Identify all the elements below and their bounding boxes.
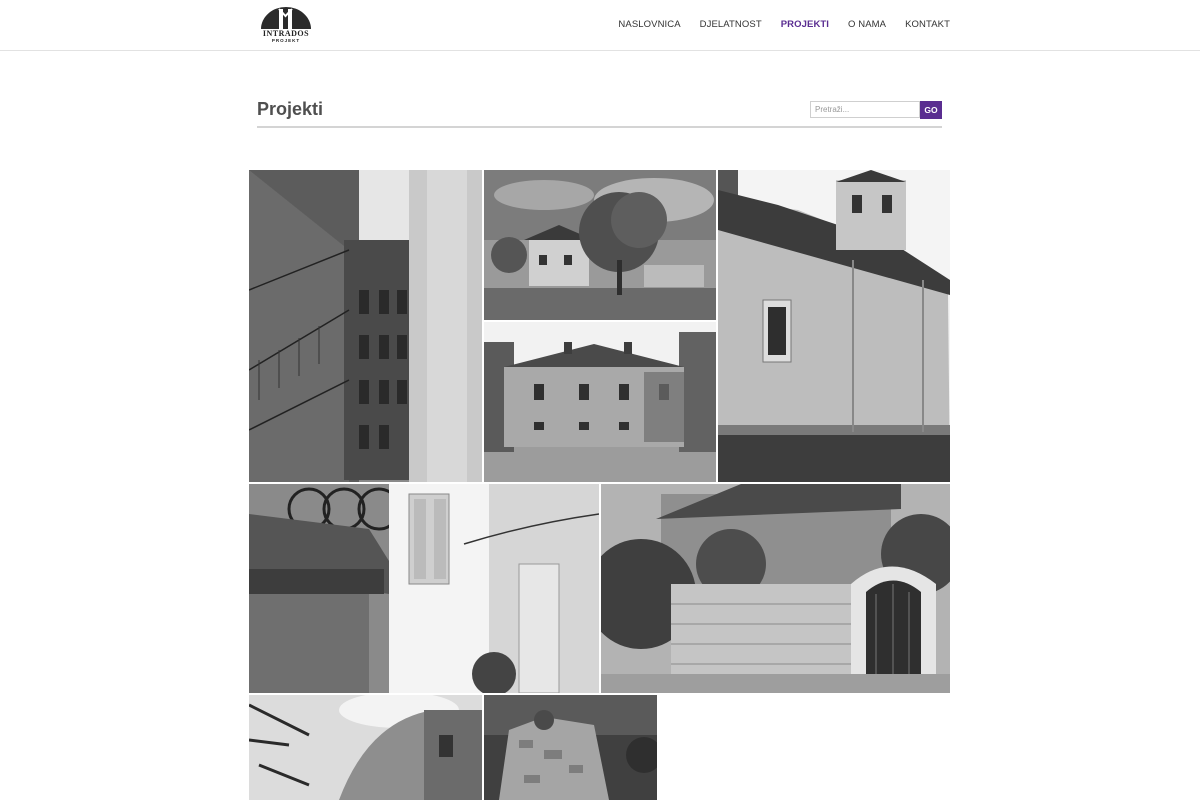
tree-field-photo [484,170,716,320]
stone-wall-photo [601,484,950,693]
gallery-image-old-house[interactable] [484,322,716,482]
logo[interactable]: INTRADOS PROJEKT [255,5,317,45]
logo-sub-text: PROJEKT [271,38,301,43]
nav-item-naslovnica[interactable]: NASLOVNICA [618,19,680,30]
gallery-image-stone-wall[interactable] [601,484,950,693]
courtyard-photo [249,170,482,482]
nav-item-projekti[interactable]: PROJEKTI [781,19,829,30]
title-divider [257,126,942,128]
ruined-building-photo [249,695,482,800]
nav-item-kontakt[interactable]: KONTAKT [905,19,950,30]
search-go-button[interactable]: GO [920,101,942,119]
gallery-image-courtyard[interactable] [249,170,482,482]
balcony-photo [249,484,599,693]
search-input[interactable] [810,101,920,118]
gallery-image-tree-field[interactable] [484,170,716,320]
gallery-image-church[interactable] [718,170,950,482]
logo-arch-icon [261,7,311,29]
logo-brand-text: INTRADOS [262,29,310,38]
main-nav: NASLOVNICA DJELATNOST PROJEKTI O NAMA KO… [618,19,950,30]
nav-item-o-nama[interactable]: O NAMA [848,19,886,30]
stone-tower-photo [484,695,657,800]
gallery-image-balcony[interactable] [249,484,599,693]
gallery-image-stone-tower[interactable] [484,695,657,800]
top-navigation-bar: INTRADOS PROJEKT NASLOVNICA DJELATNOST P… [0,0,1200,51]
nav-item-djelatnost[interactable]: DJELATNOST [700,19,762,30]
gallery-image-ruined-building[interactable] [249,695,482,800]
page-title: Projekti [257,99,324,119]
old-house-photo [484,322,716,482]
church-photo [718,170,950,482]
